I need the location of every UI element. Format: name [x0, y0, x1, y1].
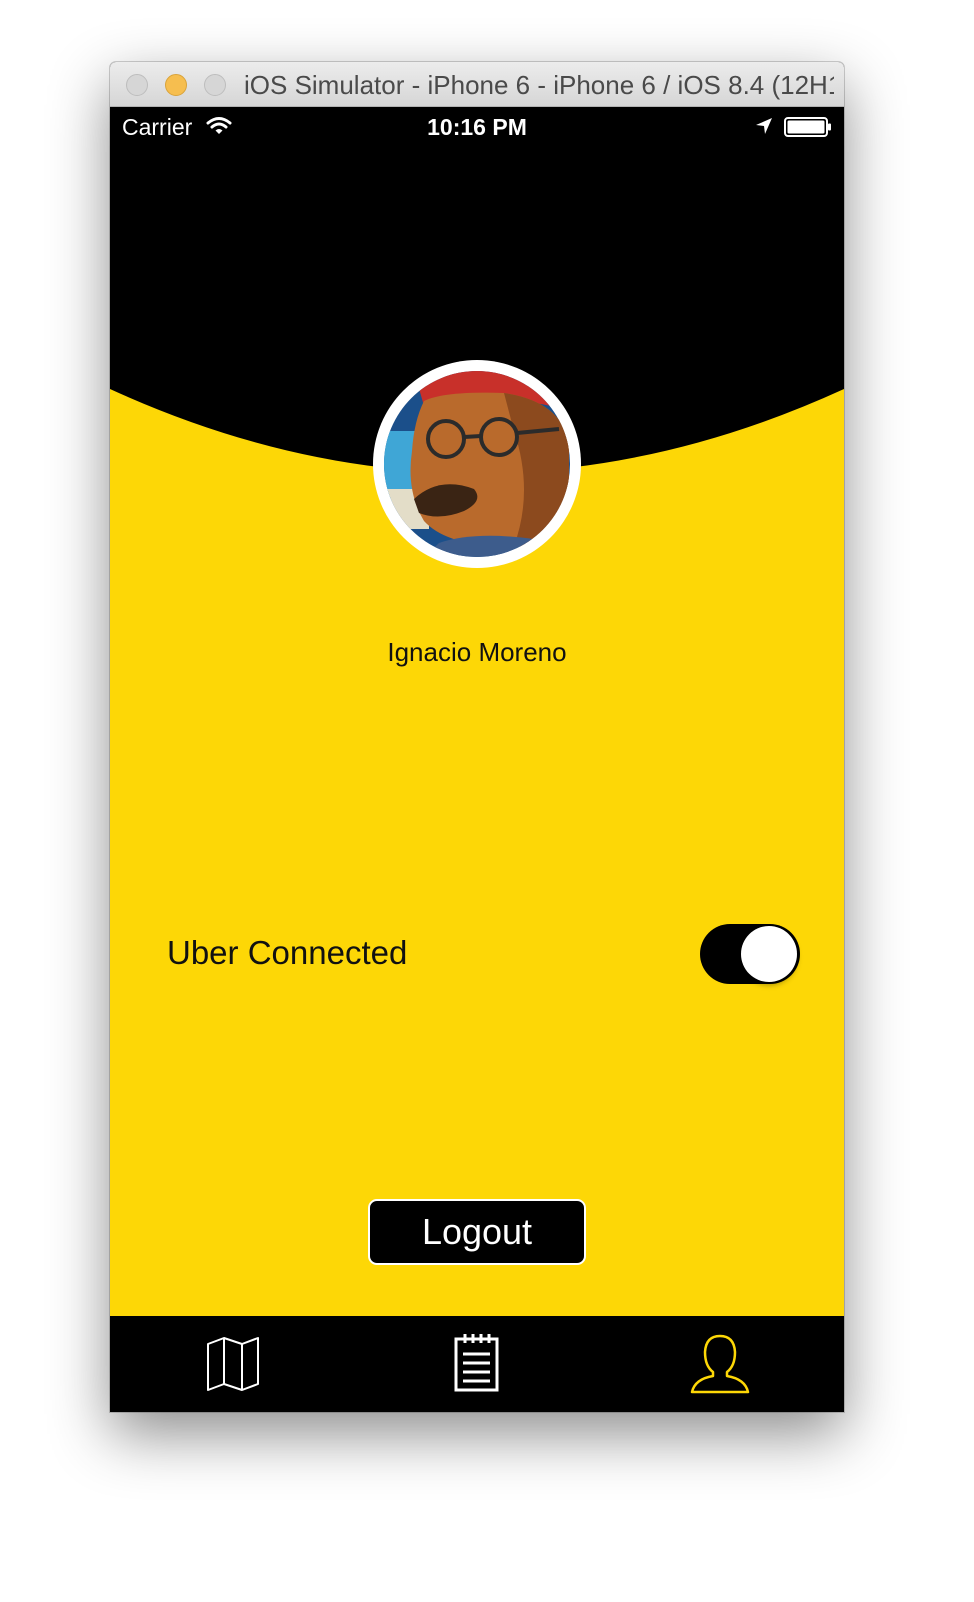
map-icon — [207, 1337, 259, 1391]
simulator-window: iOS Simulator - iPhone 6 - iPhone 6 / iO… — [110, 62, 844, 1412]
close-window-button[interactable] — [126, 74, 148, 96]
window-title: iOS Simulator - iPhone 6 - iPhone 6 / iO… — [244, 70, 834, 100]
tab-notes[interactable] — [355, 1316, 599, 1412]
logout-button[interactable]: Logout — [368, 1199, 586, 1265]
uber-connected-toggle[interactable] — [700, 924, 800, 984]
status-time: 10:16 PM — [427, 114, 527, 140]
user-name: Ignacio Moreno — [387, 637, 567, 667]
tab-profile[interactable] — [600, 1316, 844, 1412]
phone-screen: Carrier 10:16 PM Ignacio Moreno Uber Con… — [110, 107, 844, 1412]
user-icon — [690, 1334, 750, 1394]
uber-connected-label: Uber Connected — [167, 934, 408, 971]
toggle-knob — [741, 926, 797, 982]
tab-bar — [110, 1316, 844, 1412]
battery-icon — [784, 117, 831, 137]
zoom-window-button[interactable] — [204, 74, 226, 96]
status-bar: Carrier 10:16 PM — [110, 107, 844, 147]
location-arrow-icon — [756, 118, 772, 134]
tab-map[interactable] — [110, 1316, 354, 1412]
notepad-icon — [454, 1334, 499, 1392]
profile-avatar[interactable] — [373, 360, 581, 568]
window-titlebar: iOS Simulator - iPhone 6 - iPhone 6 / iO… — [110, 62, 844, 107]
minimize-window-button[interactable] — [165, 74, 187, 96]
avatar-picture — [384, 371, 570, 557]
